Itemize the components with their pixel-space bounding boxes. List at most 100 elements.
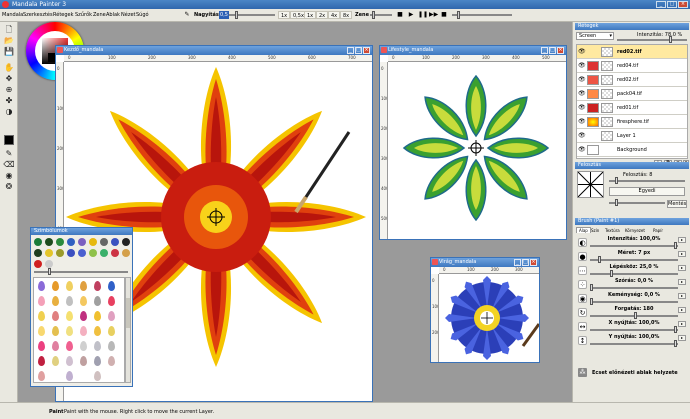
intensity-slider[interactable] <box>590 245 678 247</box>
slider-knob[interactable] <box>590 298 593 305</box>
tab-paper[interactable]: Papír <box>653 228 663 233</box>
petal-thumbnail[interactable] <box>94 296 101 306</box>
hardness-slider[interactable] <box>590 301 678 303</box>
eye-icon[interactable]: 👁 <box>578 77 586 83</box>
document-window-blue[interactable]: Virág_mandala _ □ × 0 100 200 300 0 100 … <box>430 257 540 363</box>
symbol-swatch[interactable] <box>34 249 42 257</box>
symbol-swatch[interactable] <box>111 249 119 257</box>
petal-thumbnail[interactable] <box>38 326 45 336</box>
increment-arrow-icon[interactable]: ▸ <box>678 335 686 341</box>
size-slider[interactable] <box>590 259 678 261</box>
petal-thumbnail[interactable] <box>80 356 87 366</box>
divisions-slider[interactable] <box>609 177 685 184</box>
increment-arrow-icon[interactable]: ▸ <box>678 265 686 271</box>
menu-layers[interactable]: Rétegek <box>53 12 74 18</box>
symbol-swatch[interactable] <box>89 238 97 246</box>
slider-knob[interactable] <box>590 284 593 291</box>
symbol-swatch[interactable] <box>67 238 75 246</box>
petal-thumbnail[interactable] <box>38 356 45 366</box>
symbol-swatch[interactable] <box>34 238 42 246</box>
petal-thumbnail[interactable] <box>108 326 115 336</box>
smudge-icon[interactable]: ❂ <box>3 181 15 192</box>
document-title-bar[interactable]: Lifestyle_mandala _ □ × <box>380 46 566 55</box>
petal-thumbnail[interactable] <box>66 356 73 366</box>
maximize-button[interactable]: □ <box>667 1 677 8</box>
petal-thumbnail[interactable] <box>66 296 73 306</box>
tab-texture[interactable]: Textúra <box>605 228 620 233</box>
eraser-icon[interactable]: ⌫ <box>3 159 15 170</box>
petal-thumbnail[interactable] <box>80 281 87 291</box>
petal-thumbnail[interactable] <box>94 356 101 366</box>
eye-icon[interactable]: 👁 <box>578 147 586 153</box>
petal-thumbnail[interactable] <box>94 371 101 381</box>
layer-row[interactable]: 👁 red04.tif <box>577 59 687 73</box>
slider-knob[interactable] <box>634 312 637 319</box>
x-stretch-slider[interactable] <box>590 329 678 331</box>
petal-thumbnail[interactable] <box>52 296 59 306</box>
slider-knob[interactable] <box>610 270 613 277</box>
increment-arrow-icon[interactable]: ▸ <box>678 251 686 257</box>
petal-thumbnail[interactable] <box>108 296 115 306</box>
equal-button[interactable]: Egyedi <box>609 187 685 196</box>
symbol-swatch[interactable] <box>78 249 86 257</box>
petal-thumbnail[interactable] <box>94 341 101 351</box>
petal-thumbnail[interactable] <box>38 371 45 381</box>
brush-preview-position[interactable]: ⁂ Ecset előnézeti ablak helyzete <box>576 366 688 380</box>
symbol-swatch[interactable] <box>45 238 53 246</box>
open-icon[interactable]: 📂 <box>3 35 15 46</box>
increment-arrow-icon[interactable]: ▸ <box>678 237 686 243</box>
pause-icon[interactable]: ❚❚ <box>418 11 428 19</box>
layer-row[interactable]: 👁 pack04.tif <box>577 87 687 101</box>
tab-basic[interactable]: Alap <box>576 227 591 233</box>
symmetry-offset-slider[interactable] <box>609 199 665 206</box>
petal-thumbnail[interactable] <box>38 311 45 321</box>
spacing-slider[interactable] <box>590 273 678 275</box>
close-doc-button[interactable]: × <box>557 47 564 54</box>
increment-arrow-icon[interactable]: ▸ <box>678 279 686 285</box>
symbol-swatch[interactable] <box>56 249 64 257</box>
layer-row[interactable]: 👁 red02.tif <box>577 73 687 87</box>
paint-canvas-green[interactable] <box>388 62 566 239</box>
minimize-doc-button[interactable]: _ <box>514 259 521 266</box>
symbol-swatch[interactable] <box>56 238 64 246</box>
paint-canvas-blue[interactable] <box>439 274 539 362</box>
foreground-color-swatch[interactable] <box>4 135 14 145</box>
symbol-swatch[interactable] <box>122 249 130 257</box>
document-title-bar[interactable]: Kezdő_mandala _ □ × <box>56 46 372 55</box>
symbol-swatch[interactable] <box>111 238 119 246</box>
document-window-green[interactable]: Lifestyle_mandala _ □ × 0 100 200 300 40… <box>379 45 567 240</box>
save-symmetry-button[interactable]: Mentés <box>667 200 687 208</box>
symbol-swatch[interactable] <box>89 249 97 257</box>
scatter-slider[interactable] <box>590 287 678 289</box>
petal-thumbnail[interactable] <box>108 341 115 351</box>
slider-knob[interactable] <box>674 242 677 249</box>
zoom-8x-button[interactable]: 8x <box>340 11 353 19</box>
step-icon[interactable]: ▶▶ <box>429 11 438 19</box>
eye-icon[interactable]: 👁 <box>578 63 586 69</box>
zoom-1x-alt-button[interactable]: 1x <box>304 11 317 19</box>
zoom-2x-button[interactable]: 2x <box>316 11 329 19</box>
hand-icon[interactable]: ✋ <box>3 62 15 73</box>
close-doc-button[interactable]: × <box>530 259 537 266</box>
zoom-4x-button[interactable]: 4x <box>328 11 341 19</box>
zoom-1x-button[interactable]: 1x <box>278 11 291 19</box>
brush-tool-icon[interactable]: ✎ <box>183 11 191 19</box>
increment-arrow-icon[interactable]: ▸ <box>678 307 686 313</box>
save-icon[interactable]: 💾 <box>3 46 15 57</box>
petal-thumbnail[interactable] <box>38 296 45 306</box>
petal-thumbnail[interactable] <box>66 326 73 336</box>
petal-thumbnail[interactable] <box>94 326 101 336</box>
blend-mode-select[interactable]: Screen ▾ <box>576 32 614 40</box>
symbol-swatch[interactable] <box>100 249 108 257</box>
petal-thumbnail[interactable] <box>38 341 45 351</box>
petal-thumbnail[interactable] <box>66 311 73 321</box>
maximize-doc-button[interactable]: □ <box>355 47 362 54</box>
slider-knob[interactable] <box>674 340 677 347</box>
petal-thumbnail[interactable] <box>94 311 101 321</box>
petal-thumbnail[interactable] <box>80 311 87 321</box>
volume-slider[interactable] <box>452 11 512 19</box>
slider-knob[interactable] <box>598 256 601 263</box>
petal-thumbnail[interactable] <box>108 356 115 366</box>
layer-row[interactable]: 👁 Background <box>577 143 687 157</box>
menu-music[interactable]: Zene <box>93 12 106 18</box>
